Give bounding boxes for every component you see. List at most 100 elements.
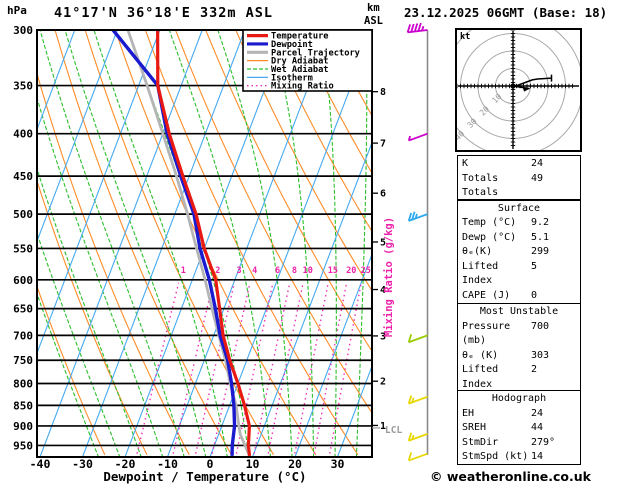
- row-value: 24: [531, 407, 544, 419]
- row-value: 14: [531, 451, 544, 462]
- svg-text:25: 25: [361, 266, 371, 276]
- svg-text:800: 800: [13, 377, 33, 390]
- hodograph-panel: 10203040kt: [456, 29, 581, 151]
- table-row: θₑ (K) 303: [458, 349, 580, 364]
- table-row: SREH 44: [458, 421, 580, 436]
- svg-text:450: 450: [13, 170, 33, 183]
- row-value: 5.1: [531, 231, 550, 243]
- temperature-axis-title: Dewpoint / Temperature (°C): [103, 469, 307, 484]
- svg-text:2: 2: [380, 377, 386, 388]
- svg-text:20: 20: [346, 266, 356, 276]
- hodograph-ring-label: 30: [466, 117, 479, 130]
- surface-table: Surface Temp (°C) 9.2 Dewp (°C) 5.1 θₑ(K) 299 L…: [457, 199, 581, 315]
- row-label: Dewp (°C): [462, 231, 517, 243]
- skewt-sounding-page: 1 2 3 4 6 8 10 15 20 25 300 350 400 450 500 550 600 650 70…: [0, 0, 629, 486]
- mixing-axis-label: Mixing Ratio (g/kg): [383, 217, 395, 337]
- height-axis-unit-km: km: [367, 2, 380, 14]
- table-row: Temp (°C) 9.2: [458, 216, 580, 231]
- hodograph-unit-label: kt: [460, 32, 470, 42]
- row-value: 44: [531, 422, 544, 433]
- hodograph-origin-dot: [510, 83, 516, 89]
- row-value: 279°: [531, 436, 556, 448]
- pressure-axis-unit: hPa: [7, 4, 27, 17]
- row-label: Temp (°C): [462, 217, 517, 228]
- table-title: Hodograph: [491, 393, 547, 404]
- pressure-gridlines: [37, 30, 372, 447]
- row-value: 24: [531, 158, 544, 169]
- row-value: 9.2: [531, 217, 550, 228]
- wind-barb: [406, 22, 428, 34]
- row-label: θₑ (K): [462, 349, 499, 361]
- table-title: Surface: [497, 202, 541, 214]
- hodograph-ring-label: 10: [490, 92, 503, 105]
- svg-text:500: 500: [13, 208, 33, 221]
- row-value: 303: [531, 349, 550, 361]
- table-row: θₑ(K) 299: [458, 245, 580, 260]
- row-label: SREH: [462, 422, 487, 433]
- svg-text:700: 700: [13, 329, 33, 342]
- wind-barb: [407, 132, 428, 142]
- table-row: StmSpd (kt) 14: [458, 450, 580, 465]
- svg-text:6: 6: [275, 266, 280, 276]
- height-axis-unit-asl: ASL: [364, 15, 383, 27]
- svg-text:350: 350: [13, 80, 33, 93]
- row-label: K: [462, 158, 469, 169]
- svg-text:4: 4: [252, 266, 257, 276]
- svg-text:2: 2: [215, 266, 220, 276]
- indices-table: K24Totals Totals49PW (cm)1.62: [457, 155, 581, 213]
- dewpoint-curve: [111, 30, 237, 456]
- svg-text:6: 6: [380, 189, 386, 200]
- row-label: Lifted Index: [462, 260, 499, 287]
- table-row: StmDir 279°: [458, 436, 580, 451]
- svg-text:750: 750: [13, 354, 33, 367]
- svg-text:8: 8: [292, 266, 297, 276]
- pressure-tick-labels: 300 350 400 450 500 550 600 650 700 750 800 850 900 9…: [13, 24, 33, 452]
- svg-text:3: 3: [237, 266, 242, 276]
- station-title: 41°17'N 36°18'E 332m ASL: [54, 5, 274, 21]
- wind-barbs: [406, 22, 428, 462]
- row-label: Totals Totals: [462, 172, 499, 199]
- table-row: Lifted Index 2: [458, 363, 580, 392]
- svg-text:7: 7: [380, 139, 386, 150]
- row-value: 700: [531, 320, 550, 332]
- svg-text:1: 1: [181, 266, 186, 276]
- wind-barb: [407, 452, 428, 462]
- table-row: CAPE (J) 0: [458, 289, 580, 304]
- row-label: EH: [462, 407, 475, 419]
- svg-text:15: 15: [328, 266, 338, 276]
- svg-text:10: 10: [303, 266, 313, 276]
- row-label: StmSpd (kt): [462, 451, 529, 462]
- wind-barb: [407, 333, 428, 344]
- run-date-title: 23.12.2025 06GMT (Base: 18): [404, 5, 608, 20]
- row-value: 5: [531, 260, 538, 272]
- row-label: CAPE (J): [462, 289, 511, 301]
- wind-barb: [407, 211, 428, 222]
- table-row: Dewp (°C) 5.1: [458, 231, 580, 246]
- svg-text:8: 8: [380, 87, 386, 98]
- table-row: K 24: [458, 157, 580, 172]
- svg-text:900: 900: [13, 420, 33, 433]
- row-label: θₑ(K): [462, 246, 493, 257]
- table-row: Totals Totals 49: [458, 172, 580, 201]
- table-row: Lifted Index 5: [458, 260, 580, 289]
- svg-text:650: 650: [13, 303, 33, 316]
- row-value: 0: [531, 289, 538, 301]
- lcl-label: LCL: [385, 425, 402, 436]
- row-label: Pressure (mb): [462, 320, 511, 347]
- svg-text:Mixing Ratio: Mixing Ratio: [271, 81, 334, 92]
- table-title: Most Unstable: [479, 306, 559, 317]
- row-label: Lifted Index: [462, 364, 499, 390]
- hodograph-table: Hodograph EH 24 SREH 44 StmDir 279° StmSpd (kt)…: [457, 390, 581, 465]
- svg-text:600: 600: [13, 274, 33, 287]
- row-value: 299: [531, 246, 550, 257]
- svg-text:550: 550: [13, 242, 33, 255]
- row-value: 49: [531, 172, 544, 184]
- table-row: Pressure (mb) 700: [458, 320, 580, 349]
- row-label: StmDir: [462, 436, 499, 448]
- hodograph-border: [455, 28, 582, 152]
- hodograph-ring-label: 20: [478, 104, 491, 117]
- svg-text:400: 400: [13, 128, 33, 141]
- wind-barb: [407, 395, 428, 405]
- table-row: EH 24: [458, 407, 580, 422]
- svg-text:950: 950: [13, 439, 33, 452]
